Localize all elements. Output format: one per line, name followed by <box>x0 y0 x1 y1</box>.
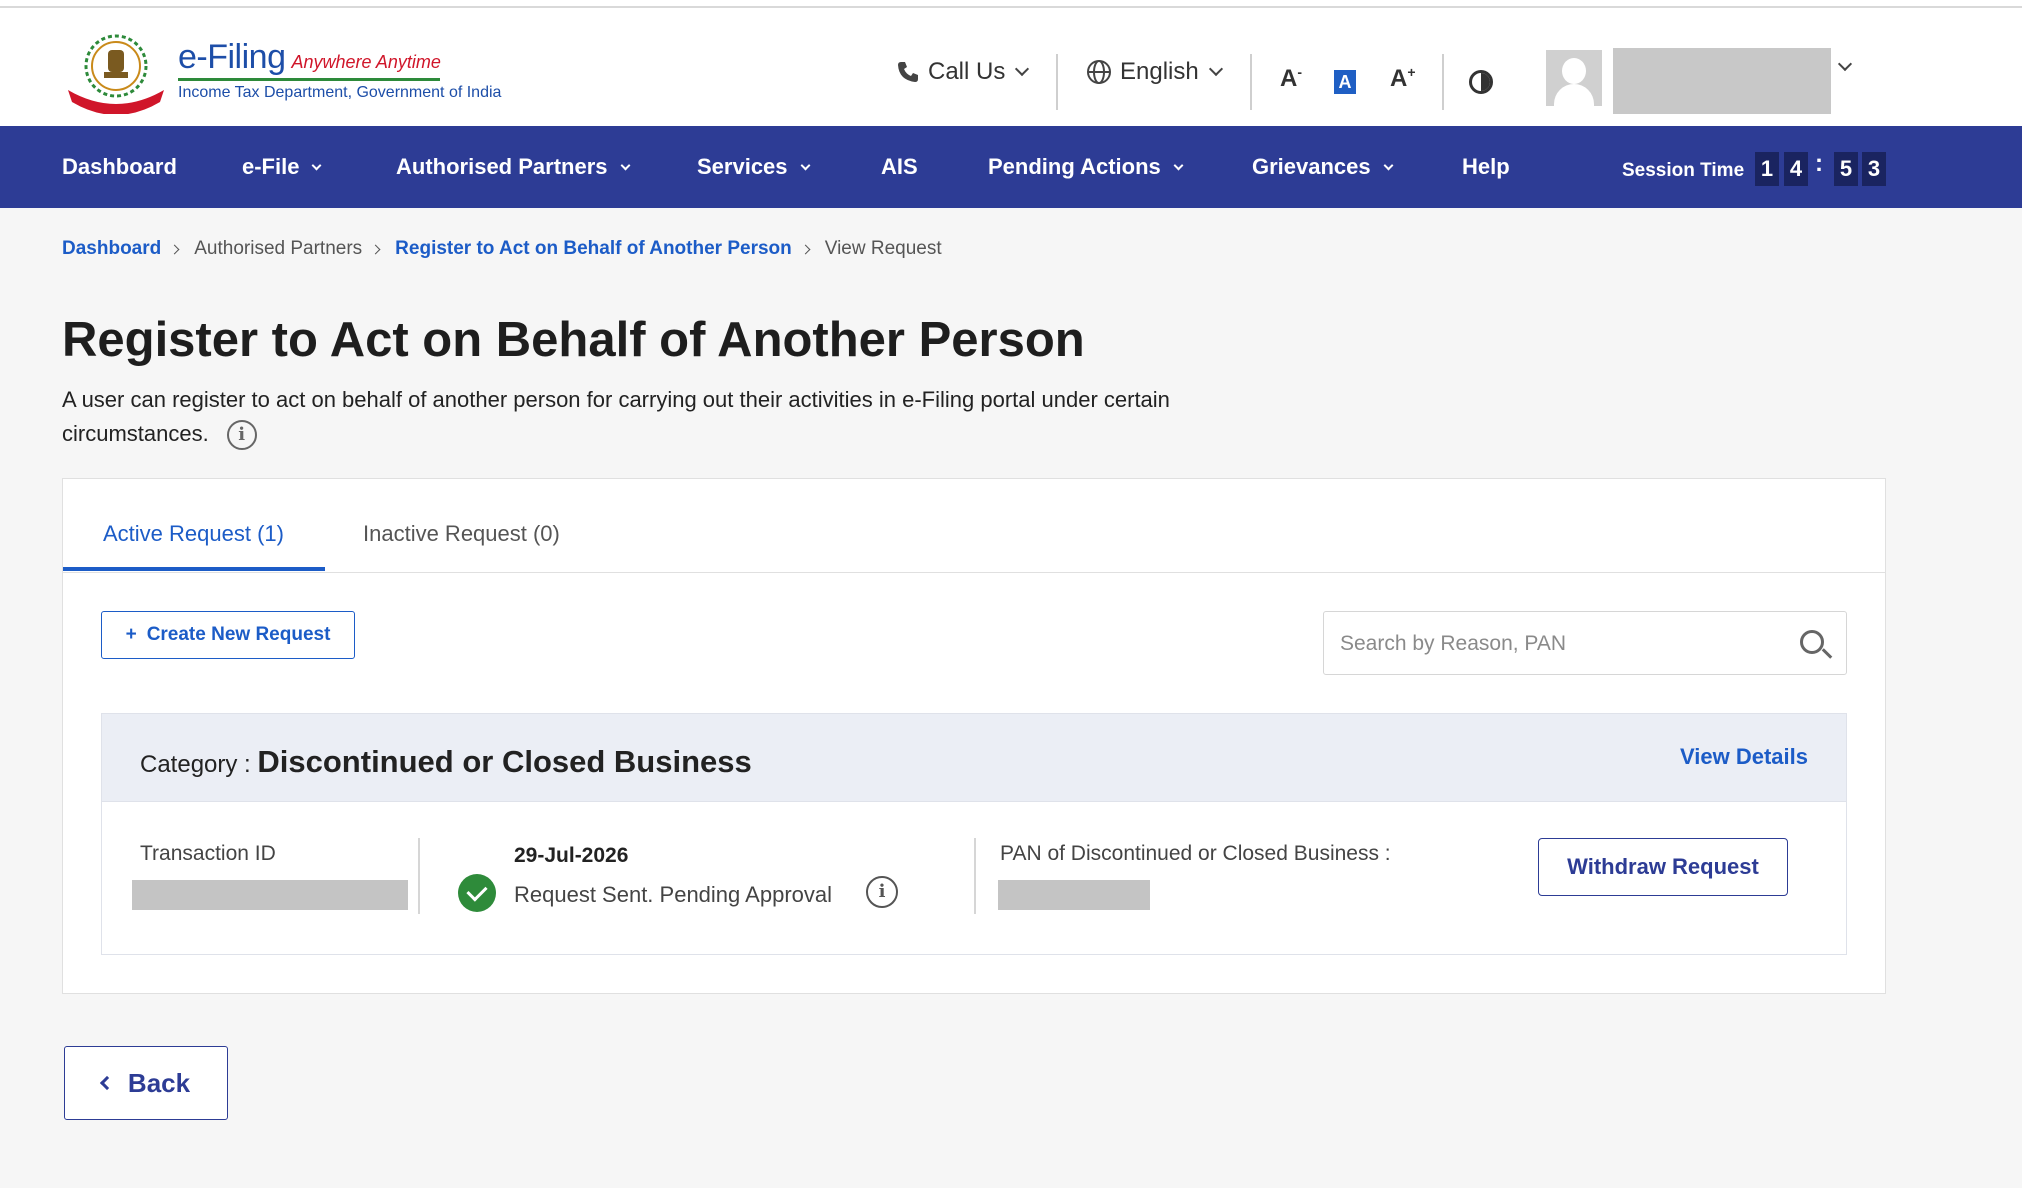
chevron-down-icon <box>1208 61 1223 77</box>
header-divider <box>1250 54 1252 110</box>
chevron-down-icon <box>312 160 322 170</box>
call-us-dropdown[interactable]: Call Us <box>896 58 1030 86</box>
header-divider <box>1056 54 1058 110</box>
site-header: e-Filing Anywhere Anytime Income Tax Depa… <box>0 8 2022 126</box>
column-divider <box>418 838 420 914</box>
tab-inactive-request[interactable]: Inactive Request (0) <box>363 521 560 547</box>
breadcrumb-view-request: View Request <box>824 238 942 259</box>
session-digit: 5 <box>1834 152 1858 186</box>
call-us-label: Call Us <box>928 58 1006 85</box>
page-title: Register to Act on Behalf of Another Per… <box>62 313 1085 367</box>
transaction-id-redacted <box>132 880 408 910</box>
main-nav: Dashboard e-File Authorised Partners Ser… <box>0 126 2022 208</box>
user-name-redacted <box>1613 48 1831 114</box>
column-divider <box>974 838 976 914</box>
logo-tagline: Anywhere Anytime <box>291 52 441 72</box>
user-menu-chevron-icon[interactable] <box>1837 56 1853 74</box>
request-status: Request Sent. Pending Approval <box>514 882 833 907</box>
nav-dashboard[interactable]: Dashboard <box>62 154 177 180</box>
back-button[interactable]: Back <box>64 1046 228 1120</box>
active-tab-indicator <box>63 567 325 571</box>
breadcrumb-chevron-icon <box>169 244 180 254</box>
create-new-request-label: Create New Request <box>146 624 331 645</box>
request-card: Active Request (1) Inactive Request (0) … <box>62 478 1886 994</box>
nav-ais[interactable]: AIS <box>881 154 918 180</box>
session-digit: 1 <box>1755 152 1779 186</box>
breadcrumb-dashboard[interactable]: Dashboard <box>62 238 161 260</box>
pan-label: PAN of Discontinued or Closed Business : <box>1000 842 1391 865</box>
search-input[interactable]: Search by Reason, PAN <box>1323 611 1847 675</box>
globe-icon <box>1087 60 1111 84</box>
nav-help[interactable]: Help <box>1462 154 1510 180</box>
breadcrumb-chevron-icon <box>800 244 811 254</box>
session-digit: 4 <box>1784 152 1808 186</box>
nav-pending-actions[interactable]: Pending Actions <box>988 154 1184 180</box>
category-value: Discontinued or Closed Business <box>257 744 752 779</box>
chevron-down-icon <box>1173 160 1184 170</box>
breadcrumb: Dashboard Authorised Partners Register t… <box>62 238 942 260</box>
logo-subtitle: Income Tax Department, Government of Ind… <box>178 84 502 101</box>
nav-authorised-partners[interactable]: Authorised Partners <box>396 154 630 180</box>
chevron-down-icon <box>1015 61 1030 77</box>
top-border <box>0 0 2022 8</box>
avatar[interactable] <box>1546 50 1602 106</box>
header-divider <box>1442 54 1444 110</box>
nav-grievances[interactable]: Grievances <box>1252 154 1394 180</box>
session-time-label: Session Time <box>1622 160 1745 181</box>
request-item: Category : Discontinued or Closed Busine… <box>101 713 1847 955</box>
font-decrease-button[interactable]: A- <box>1280 64 1302 93</box>
request-date: 29-Jul-2026 <box>514 844 629 867</box>
breadcrumb-chevron-icon <box>370 244 381 254</box>
session-digit: 3 <box>1862 152 1886 186</box>
phone-icon <box>898 62 918 82</box>
plus-icon: + <box>125 624 137 645</box>
logo-underline <box>178 78 440 81</box>
language-label: English <box>1120 58 1199 85</box>
chevron-down-icon <box>1383 160 1394 170</box>
logo-title: e-Filing Anywhere Anytime <box>178 38 441 76</box>
chevron-left-icon <box>99 1075 114 1091</box>
pan-redacted <box>998 880 1150 910</box>
category-label: Category : <box>140 751 251 778</box>
chevron-down-icon <box>620 160 630 170</box>
withdraw-request-button[interactable]: Withdraw Request <box>1538 838 1788 896</box>
check-circle-icon <box>458 874 496 912</box>
nav-e-file[interactable]: e-File <box>242 154 322 180</box>
language-dropdown[interactable]: English <box>1086 58 1223 86</box>
status-info-icon[interactable]: i <box>866 876 898 908</box>
request-item-header: Category : Discontinued or Closed Busine… <box>102 714 1846 802</box>
search-icon[interactable] <box>1800 630 1824 654</box>
chevron-down-icon <box>800 160 810 170</box>
font-normal-button[interactable]: A <box>1334 70 1356 94</box>
page-description: A user can register to act on behalf of … <box>62 383 1242 451</box>
view-details-link[interactable]: View Details <box>1680 744 1808 770</box>
back-label: Back <box>127 1067 191 1098</box>
search-placeholder: Search by Reason, PAN <box>1340 632 1567 655</box>
emblem-logo-icon[interactable] <box>62 28 170 114</box>
transaction-id-label: Transaction ID <box>140 842 276 865</box>
request-tabs: Active Request (1) Inactive Request (0) <box>63 479 1885 573</box>
contrast-toggle-icon[interactable] <box>1469 70 1493 94</box>
font-increase-button[interactable]: A+ <box>1390 64 1416 93</box>
nav-services[interactable]: Services <box>697 154 810 180</box>
breadcrumb-register[interactable]: Register to Act on Behalf of Another Per… <box>395 238 792 260</box>
tab-active-request[interactable]: Active Request (1) <box>103 521 284 547</box>
create-new-request-button[interactable]: + Create New Request <box>101 611 355 659</box>
breadcrumb-authorised-partners: Authorised Partners <box>194 238 363 259</box>
info-icon[interactable]: i <box>226 420 257 451</box>
category-row: Category : Discontinued or Closed Busine… <box>140 744 752 780</box>
session-separator: : <box>1815 150 1823 177</box>
